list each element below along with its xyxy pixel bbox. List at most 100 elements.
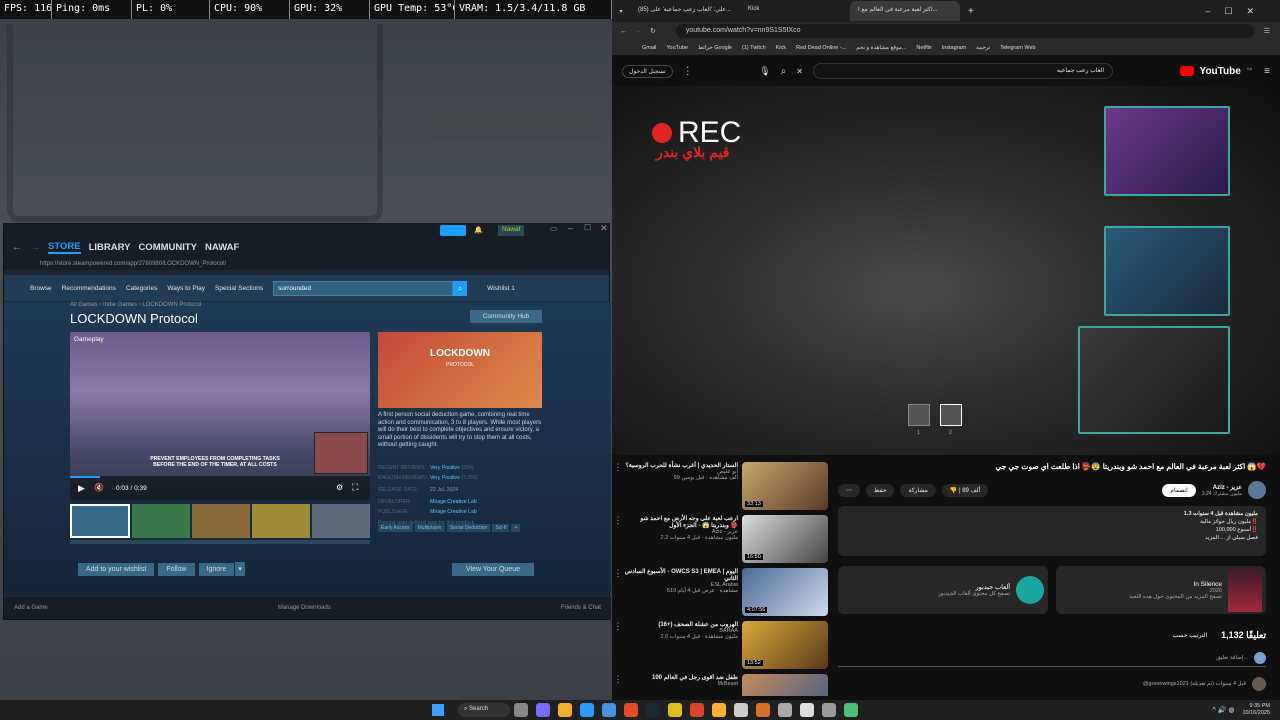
more-options-icon[interactable]: ⋮ <box>612 621 624 672</box>
share-button[interactable]: مشاركة <box>900 483 936 497</box>
english-reviews-value[interactable]: Very Positive <box>430 475 460 481</box>
bookmark[interactable]: خرائط Google <box>698 45 732 51</box>
app-icon[interactable] <box>712 703 726 717</box>
like-dislike-button[interactable]: 👎 | 89 ألف <box>941 483 989 497</box>
manage-downloads-button[interactable]: Manage Downloads <box>278 605 331 611</box>
app-icon[interactable] <box>668 703 682 717</box>
related-thumbnail[interactable]: 33:13 <box>742 462 828 510</box>
bookmark[interactable]: موقع مشاهدة و تحم... <box>856 45 906 51</box>
hamburger-menu-icon[interactable]: ≡ <box>1264 66 1270 77</box>
list-item[interactable]: ⋮ الستار الحديدي | أغرب نشأة للحرب الروس… <box>612 462 832 513</box>
media-thumb[interactable] <box>312 504 370 538</box>
add-comment-row[interactable]: إضافة تعليق... <box>838 652 1266 667</box>
bookmark[interactable]: ترجمة <box>976 45 990 51</box>
add-game-button[interactable]: Add a Game <box>14 605 48 611</box>
brave-icon[interactable] <box>690 703 704 717</box>
chrome-icon[interactable] <box>624 703 638 717</box>
save-button[interactable]: حفظ <box>866 483 895 497</box>
related-thumbnail[interactable]: 13:52 <box>742 621 828 669</box>
bookmark[interactable]: Netflix <box>916 45 931 51</box>
play-icon[interactable]: ▶ <box>78 483 85 494</box>
join-button[interactable]: انضمام <box>1162 483 1196 497</box>
youtube-logo-icon[interactable] <box>1179 66 1194 76</box>
like-count[interactable]: 89 ألف <box>962 488 980 494</box>
related-thumbnail[interactable]: 16:50 <box>742 515 828 563</box>
nav-user[interactable]: NAWAF <box>205 242 239 253</box>
app-icon[interactable] <box>734 703 748 717</box>
menu-ways-to-play[interactable]: Ways to Play <box>167 285 205 292</box>
game-card[interactable]: ألعاب جيدبور تصفح كل محتوى ألعاب الجيدبور <box>838 566 1048 614</box>
window-controls[interactable]: –☐✕ <box>1205 6 1268 17</box>
menu-categories[interactable]: Categories <box>126 285 157 292</box>
gameplay-video[interactable]: Gameplay PREVENT EMPLOYEES FROM COMPLETI… <box>70 332 370 500</box>
related-title[interactable]: 100 طفل ضد أقوى رجل في العالم <box>624 674 738 681</box>
list-item[interactable]: ⋮ ارعب لعبة على وجه الأرض مع احمد شو وبن… <box>612 515 832 566</box>
file-explorer-icon[interactable] <box>558 703 572 717</box>
new-tab-icon[interactable]: + <box>968 6 974 17</box>
app-icon[interactable] <box>756 703 770 717</box>
media-thumb[interactable] <box>252 504 310 538</box>
menu-browse[interactable]: Browse <box>30 285 52 292</box>
tag[interactable]: + <box>511 524 521 532</box>
bookmark[interactable]: (1) Twitch <box>742 45 766 51</box>
list-item[interactable]: ⋮ 100 طفل ضد أقوى رجل في العالم MrBeast <box>612 674 832 696</box>
more-actions-icon[interactable]: ⋯ <box>838 483 860 497</box>
more-options-icon[interactable]: ⋮ <box>612 462 624 513</box>
tag[interactable]: Early Access <box>378 524 413 532</box>
developer-value[interactable]: Mirage Creative Lab <box>430 499 477 505</box>
media-scrollbar[interactable] <box>70 540 370 544</box>
list-item[interactable]: ⋮ الأسبوع السادس - OWCS S3 | EMEA | اليو… <box>612 568 832 619</box>
minimize-button[interactable]: – <box>568 223 573 233</box>
tab[interactable]: Kick <box>740 1 850 21</box>
tag[interactable]: Social Deduction <box>446 524 491 532</box>
video-progress[interactable] <box>70 476 100 478</box>
bell-icon[interactable]: 🔔 <box>474 226 483 234</box>
video-player[interactable]: REC قيم بلاي بندر 1 2 <box>612 86 1280 455</box>
add-wishlist-button[interactable]: Add to your wishlist <box>78 562 155 576</box>
task-view-icon[interactable] <box>514 703 528 717</box>
sort-button[interactable]: الترتيب حسب <box>1173 632 1208 639</box>
media-thumb[interactable] <box>132 504 190 538</box>
bookmark[interactable]: Instagram <box>942 45 966 51</box>
tag[interactable]: Multiplayer <box>414 524 445 532</box>
friends-chat-button[interactable]: Friends & Chat <box>561 605 601 611</box>
tray-icons[interactable]: ^ 🔊 ◍ <box>1212 706 1234 714</box>
dislike-icon[interactable]: 👎 <box>950 488 957 494</box>
breadcrumb[interactable]: All Games › Indie Games › LOCKDOWN Proto… <box>70 302 201 308</box>
tab-active[interactable]: اكثر لعبة مرعبة في العالم مع ا... <box>850 1 960 21</box>
bookmark[interactable]: Gmail <box>642 45 656 51</box>
nav-community[interactable]: COMMUNITY <box>138 242 197 253</box>
user-menu[interactable]: Nawaf <box>498 225 525 236</box>
store-search-input[interactable]: surrounded <box>273 280 454 296</box>
copilot-icon[interactable] <box>536 703 550 717</box>
bookmark[interactable]: Red Dead Online -... <box>796 45 846 51</box>
game-card[interactable]: In Silence 2020 تصفح المزيد من المحتوى حول… <box>1056 566 1266 614</box>
app-icon[interactable] <box>778 703 792 717</box>
nav-library[interactable]: LIBRARY <box>89 242 131 253</box>
ignore-button[interactable]: Ignore <box>198 562 235 576</box>
url-input[interactable]: youtube.com/watch?v=nn9S1S5IXco <box>675 24 1254 38</box>
bookmark[interactable]: Telegram Web <box>1000 45 1035 51</box>
close-button[interactable]: ✕ <box>600 223 608 234</box>
description-box[interactable]: 1.3 مليون مشاهدة قبل 4 سنوات مليون ريال … <box>838 506 1266 556</box>
extensions-icon[interactable]: ☰ <box>1264 27 1270 35</box>
related-title[interactable]: الهروب من عشلة الصحف (+16) <box>624 621 738 628</box>
steam-icon[interactable] <box>646 703 660 717</box>
more-options-icon[interactable]: ⋮ <box>683 66 693 77</box>
game-card-link[interactable]: تصفح المزيد من المحتوى حول هذه اللعبة <box>1129 594 1222 600</box>
recent-reviews-value[interactable]: Very Positive <box>430 465 460 471</box>
comment-author[interactable]: @greenwings1021 قبل 4 سنوات (تم تعديله) <box>1143 681 1246 687</box>
youtube-search-input[interactable]: العاب رعب جماعيه <box>813 63 1113 79</box>
view-queue-button[interactable]: View Your Queue <box>452 562 534 576</box>
more-options-icon[interactable]: ⋮ <box>612 674 624 696</box>
menu-recommendations[interactable]: Recommendations <box>62 285 116 292</box>
mic-icon[interactable]: 🎙 <box>759 66 770 77</box>
broadcast-icon[interactable] <box>440 225 466 236</box>
avatar[interactable] <box>1252 677 1266 691</box>
settings-gear-icon[interactable]: ⚙ <box>336 483 343 492</box>
app-icon[interactable] <box>822 703 836 717</box>
avatar[interactable] <box>1248 481 1266 499</box>
start-icon[interactable] <box>432 704 444 716</box>
publisher-value[interactable]: Mirage Creative Lab <box>430 509 477 515</box>
related-title[interactable]: الستار الحديدي | أغرب نشأة للحرب الروسية… <box>624 462 738 469</box>
